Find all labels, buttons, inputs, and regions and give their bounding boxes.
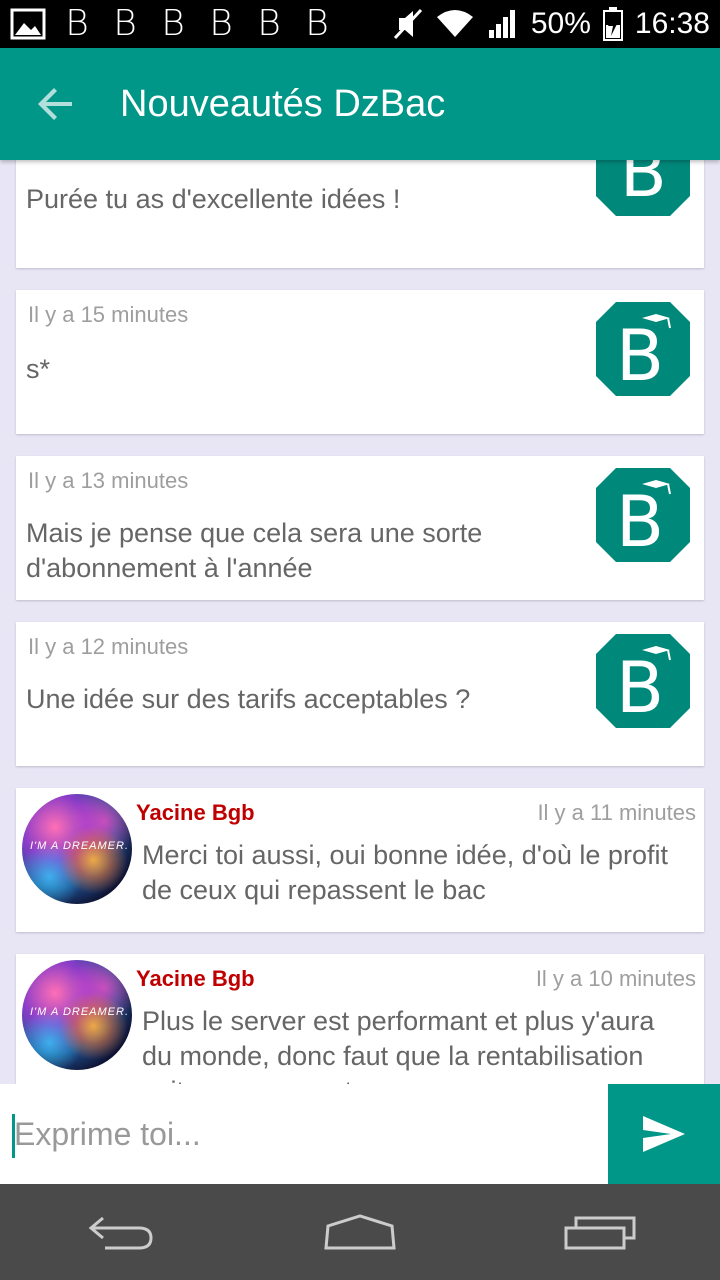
message-author[interactable]: Yacine Bgb [136,800,255,826]
avatar[interactable]: I'M A DREAMER. [22,960,132,1070]
nav-home-button[interactable] [310,1202,410,1262]
page-title: Nouveautés DzBac [120,82,446,125]
gallery-icon [10,8,46,40]
battery-percent: 50% [530,7,591,40]
send-button[interactable] [608,1084,720,1184]
message-card: I'M A DREAMER. Yacine Bgb Il y a 10 minu… [16,954,704,1084]
dzbac-notification-icon: B [257,3,281,44]
message-time: Il y a 15 minutes [28,302,189,327]
clock: 16:38 [634,7,710,40]
battery-charging-icon [602,7,623,41]
message-time: Il y a 12 minutes [28,634,189,659]
message-card: Il y a 12 minutes Une idée sur des tarif… [16,622,704,766]
svg-text:B: B [620,160,667,213]
dzbac-notification-icon: B [209,3,233,44]
compose-bar: Exprime toi... [0,1084,720,1184]
message-text: Une idée sur des tarifs acceptables ? [26,684,471,714]
mute-icon [393,8,422,40]
svg-text:B: B [616,481,664,563]
avatar-caption: I'M A DREAMER. [30,840,130,852]
nav-back-button[interactable] [70,1202,170,1262]
notification-icons: B B B B B B [10,6,334,42]
home-icon [324,1214,396,1250]
message-input-placeholder: Exprime toi... [14,1116,201,1152]
back-icon [88,1216,153,1250]
back-button[interactable] [0,48,112,160]
message-text: Plus le server est performant et plus y'… [142,1006,655,1084]
wifi-icon [436,10,473,37]
message-time: Il y a 13 minutes [28,468,189,493]
message-card: Il y a 15 minutes s* B [16,290,704,434]
app-bar: Nouveautés DzBac [0,48,720,160]
dzbac-logo-icon: B [596,160,690,216]
dzbac-logo-icon: B [596,302,690,397]
svg-text:B: B [616,647,664,729]
recents-icon [564,1216,636,1250]
message-author[interactable]: Yacine Bgb [136,966,255,992]
system-status: 50% 16:38 [393,7,710,41]
dzbac-notification-icon: B [65,3,89,44]
message-text: s* [26,354,51,384]
svg-text:B: B [616,315,664,397]
message-text: Merci toi aussi, oui bonne idée, d'où le… [142,840,668,905]
message-list[interactable]: Purée tu as d'excellente idées ! B Il y … [0,160,720,1084]
system-nav-bar [0,1184,720,1280]
message-card: Il y a 13 minutes Mais je pense que cela… [16,456,704,600]
send-icon [643,1116,685,1152]
dzbac-logo-icon: B [596,634,690,729]
message-card: Purée tu as d'excellente idées ! B [16,160,704,268]
message-text: Purée tu as d'excellente idées ! [26,184,401,214]
dzbac-notification-icon: B [161,3,185,44]
message-input[interactable]: Exprime toi... [0,1084,608,1184]
message-time: Il y a 10 minutes [535,966,696,991]
dzbac-notification-icon: B [305,3,329,44]
dzbac-notification-icon: B [113,3,137,44]
avatar-caption: I'M A DREAMER. [30,1006,130,1018]
dzbac-logo-icon: B [596,468,690,563]
nav-recents-button[interactable] [550,1202,650,1262]
status-bar: B B B B B B 50% 16:38 [0,0,720,48]
message-card: I'M A DREAMER. Yacine Bgb Il y a 11 minu… [16,788,704,932]
message-time: Il y a 11 minutes [537,800,696,825]
signal-icon [488,10,515,38]
arrow-back-icon [38,88,72,120]
avatar[interactable]: I'M A DREAMER. [22,794,132,904]
message-text: Mais je pense que cela sera une sorte d'… [26,518,483,583]
